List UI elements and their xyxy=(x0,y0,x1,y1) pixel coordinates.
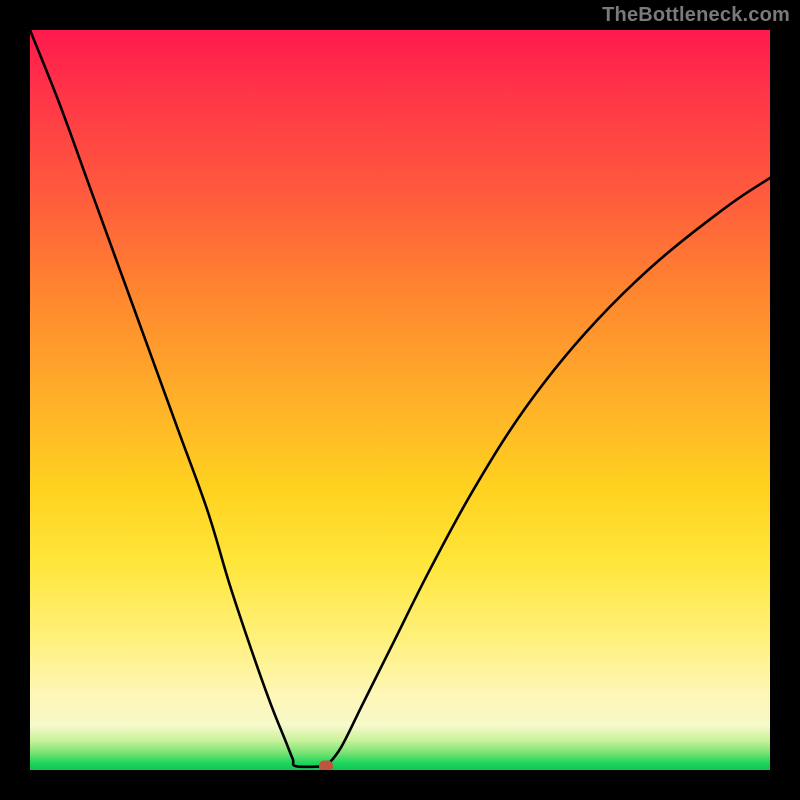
bottleneck-curve xyxy=(30,30,770,770)
optimum-marker xyxy=(319,761,333,770)
plot-area xyxy=(30,30,770,770)
chart-stage: TheBottleneck.com xyxy=(0,0,800,800)
watermark-text: TheBottleneck.com xyxy=(602,4,790,27)
